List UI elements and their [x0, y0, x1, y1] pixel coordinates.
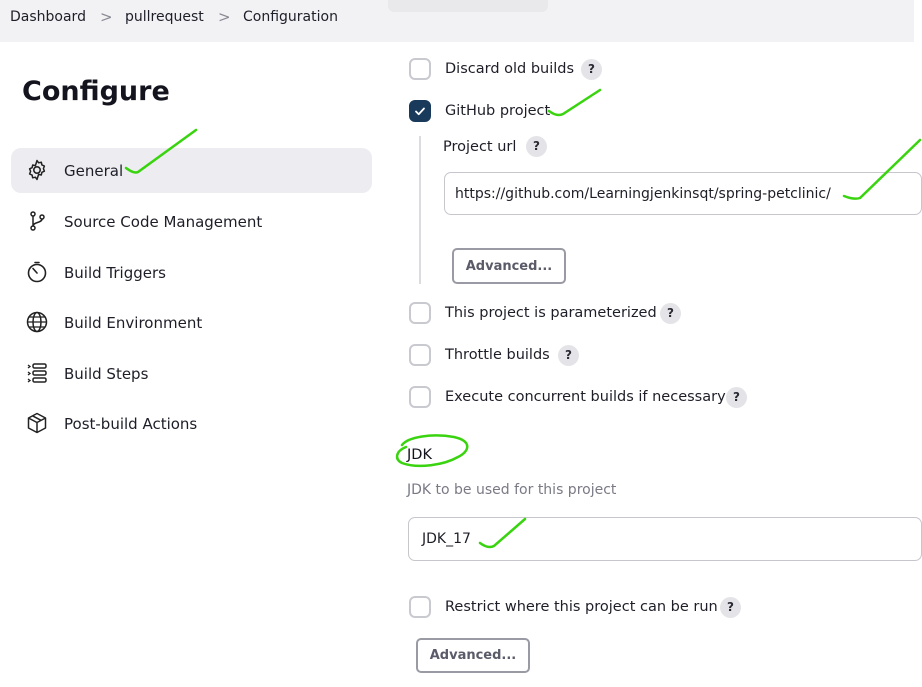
timer-icon	[27, 261, 47, 283]
discard-old-builds-checkbox[interactable]	[409, 58, 431, 80]
nested-section-line	[419, 136, 421, 284]
discard-old-builds-label: Discard old builds	[445, 61, 575, 77]
breadcrumb-dashboard[interactable]: Dashboard	[10, 9, 86, 25]
sidebar-item-label: Post-build Actions	[64, 414, 198, 433]
help-icon[interactable]: ?	[558, 345, 579, 366]
jdk-selected-value: JDK_17	[422, 531, 471, 547]
project-url-value: https://github.com/Learningjenkinsqt/spr…	[455, 185, 831, 202]
parameterized-checkbox[interactable]	[409, 302, 431, 324]
sidebar-item-general[interactable]: General	[11, 148, 372, 193]
jdk-select[interactable]: JDK_17	[408, 517, 922, 561]
branch-icon	[30, 211, 45, 231]
sidebar-item-post-build-actions[interactable]: Post-build Actions	[11, 401, 372, 446]
breadcrumb-bar: Dashboard > pullrequest > Configuration	[0, 0, 914, 42]
package-icon	[27, 412, 47, 434]
checkmark-icon	[415, 107, 425, 116]
list-icon	[27, 363, 47, 383]
sidebar-item-build-steps[interactable]: Build Steps	[11, 351, 372, 396]
project-url-label: Project url	[443, 139, 517, 155]
jdk-title: JDK	[407, 447, 432, 463]
breadcrumb-separator: >	[100, 8, 113, 26]
project-url-input[interactable]: https://github.com/Learningjenkinsqt/spr…	[444, 172, 922, 215]
breadcrumb-pullrequest[interactable]: pullrequest	[125, 9, 204, 25]
sidebar-item-label: Source Code Management	[64, 212, 263, 231]
restrict-label: Restrict where this project can be run	[445, 599, 718, 615]
globe-icon	[26, 311, 48, 333]
restrict-checkbox[interactable]	[409, 596, 431, 618]
restrict-advanced-button[interactable]: Advanced...	[416, 638, 530, 673]
throttle-builds-checkbox[interactable]	[409, 344, 431, 366]
sidebar-item-label: General	[64, 161, 124, 180]
jdk-description: JDK to be used for this project	[407, 482, 617, 498]
sidebar-item-label: Build Steps	[64, 364, 149, 383]
breadcrumb-separator: >	[218, 8, 231, 26]
github-project-label: GitHub project	[445, 103, 551, 119]
help-icon[interactable]: ?	[720, 597, 741, 618]
help-icon[interactable]: ?	[660, 303, 681, 324]
sidebar-item-label: Build Environment	[64, 313, 203, 332]
breadcrumb-configuration[interactable]: Configuration	[243, 9, 338, 25]
concurrent-builds-checkbox[interactable]	[409, 386, 431, 408]
help-icon[interactable]: ?	[581, 59, 602, 80]
github-project-checkbox[interactable]	[409, 100, 431, 122]
sidebar-item-build-triggers[interactable]: Build Triggers	[11, 250, 372, 295]
concurrent-builds-label: Execute concurrent builds if necessary	[445, 389, 726, 405]
github-advanced-button[interactable]: Advanced...	[452, 248, 566, 284]
header-fade	[388, 0, 548, 12]
parameterized-label: This project is parameterized	[445, 305, 657, 321]
throttle-builds-label: Throttle builds	[445, 347, 550, 363]
sidebar-item-source-code-management[interactable]: Source Code Management	[11, 199, 372, 244]
gear-icon	[28, 159, 46, 181]
sidebar-item-label: Build Triggers	[64, 263, 166, 282]
sidebar-item-build-environment[interactable]: Build Environment	[11, 300, 372, 345]
help-icon[interactable]: ?	[526, 136, 547, 157]
page-title: Configure	[22, 76, 170, 107]
help-icon[interactable]: ?	[726, 387, 747, 408]
annotation-check-mark	[547, 88, 602, 117]
